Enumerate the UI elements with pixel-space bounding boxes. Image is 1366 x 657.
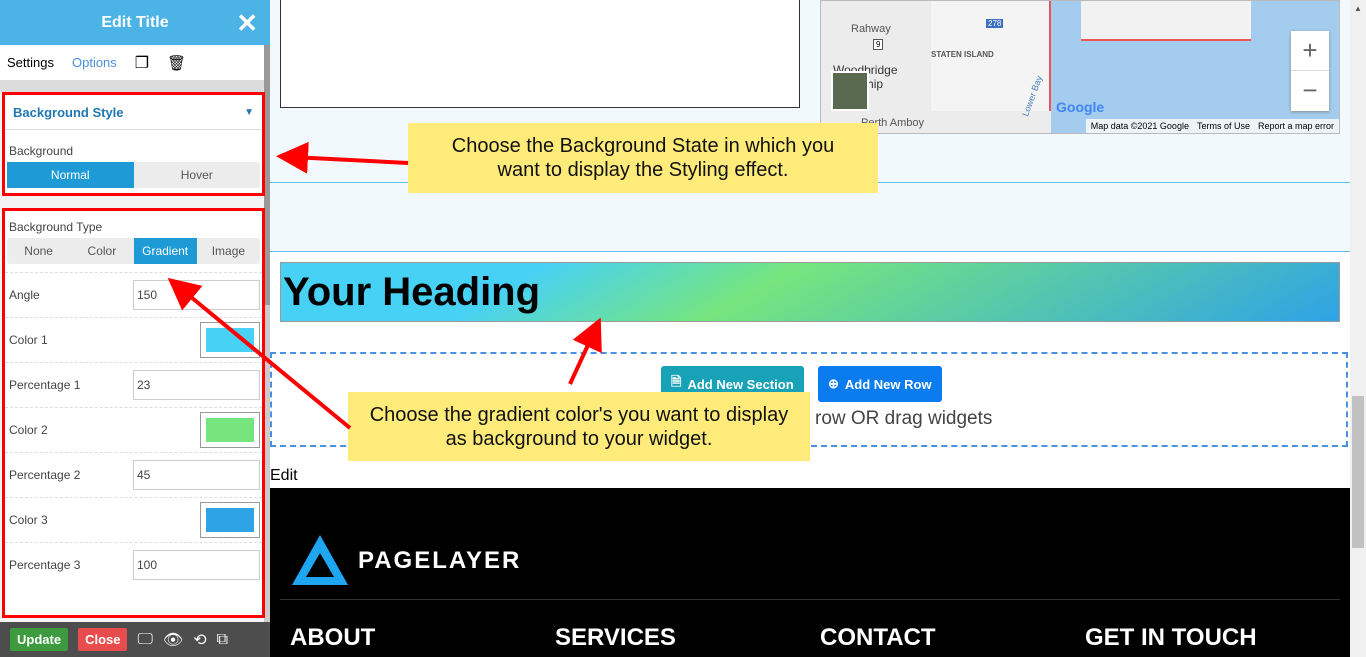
background-type-label: Background Type (9, 220, 103, 234)
type-image[interactable]: Image (197, 238, 260, 264)
percentage2-input[interactable] (133, 460, 260, 490)
percentage2-label: Percentage 2 (9, 468, 81, 482)
percentage1-input[interactable] (133, 370, 260, 400)
type-gradient[interactable]: Gradient (133, 238, 197, 264)
color1-swatch[interactable] (200, 322, 260, 358)
google-logo: Google (1056, 99, 1105, 115)
percentage3-input[interactable] (133, 550, 260, 580)
report-error-link[interactable]: Report a map error (1258, 121, 1334, 131)
route-shield: 278 (986, 19, 1004, 28)
plus-circle-icon: ⊕ (828, 376, 839, 391)
panel-footer: Update Close 🖵 👁 ⟲ ⧉ (0, 622, 270, 657)
color2-swatch[interactable] (200, 412, 260, 448)
footer-heading: CONTACT (820, 624, 936, 651)
map-label: STATEN ISLAND (931, 50, 994, 59)
tab-options[interactable]: Options (72, 55, 117, 70)
footer-heading: ABOUT (290, 624, 376, 651)
sitemap-icon[interactable]: ⧉ (217, 631, 228, 649)
pagelayer-logo: PAGELAYER (290, 533, 521, 589)
panel-title: Edit Title (101, 13, 169, 31)
google-map[interactable]: Rahway Woodbridge Township STATEN ISLAND… (820, 0, 1340, 134)
color3-label: Color 3 (9, 513, 48, 527)
angle-input[interactable] (133, 280, 260, 310)
edit-link[interactable]: Edit (270, 467, 298, 485)
section-title: Background Style (13, 104, 124, 120)
copy-icon[interactable]: ❐ (135, 53, 149, 73)
tab-settings[interactable]: Settings (7, 55, 54, 70)
caret-down-icon: ▼ (244, 106, 254, 118)
color1-label: Color 1 (9, 333, 48, 347)
state-normal[interactable]: Normal (7, 162, 134, 188)
state-hover[interactable]: Hover (134, 162, 261, 188)
history-icon[interactable]: ⟲ (193, 630, 206, 650)
footer-heading: GET IN TOUCH (1085, 624, 1257, 651)
percentage1-label: Percentage 1 (9, 378, 81, 392)
color3-swatch[interactable] (200, 502, 260, 538)
button-label: Add New Row (844, 376, 932, 392)
footer-heading: SERVICES (555, 624, 676, 651)
callout-background-state: Choose the Background State in which you… (408, 123, 878, 193)
background-label: Background (9, 144, 74, 158)
panel-header: Edit Title ✕ (0, 0, 270, 45)
color2-label: Color 2 (9, 423, 48, 437)
callout-gradient-colors: Choose the gradient color's you want to … (348, 392, 810, 461)
button-label: Add New Section (687, 376, 794, 392)
terms-link[interactable]: Terms of Use (1197, 121, 1250, 131)
site-footer: PAGELAYER ABOUT SERVICES CONTACT GET IN … (270, 488, 1350, 657)
angle-label: Angle (9, 288, 40, 302)
background-style-toggle[interactable]: Background Style ▼ (5, 95, 262, 130)
route-shield: 9 (873, 39, 884, 50)
eye-icon[interactable]: 👁 (163, 630, 183, 650)
close-icon[interactable]: ✕ (236, 8, 258, 39)
map-label: Rahway (851, 23, 891, 35)
hint-text: row OR drag widgets (815, 408, 993, 429)
zoom-out-button[interactable]: − (1291, 71, 1329, 109)
type-none[interactable]: None (7, 238, 70, 264)
edit-panel: Edit Title ✕ Settings Options ❐ 🗑 Background… (0, 0, 270, 657)
background-style-section: Background Style ▼ Background Normal Hover (2, 92, 265, 196)
zoom-in-button[interactable]: + (1291, 31, 1329, 71)
page-canvas: Rahway Woodbridge Township STATEN ISLAND… (270, 0, 1350, 657)
brand-text: PAGELAYER (358, 547, 522, 574)
trash-icon[interactable]: 🗑 (167, 54, 186, 72)
type-color[interactable]: Color (70, 238, 133, 264)
map-attribution: Map data ©2021 Google (1090, 121, 1189, 131)
satellite-toggle[interactable] (831, 71, 869, 111)
add-row-button[interactable]: ⊕ Add New Row (818, 366, 942, 402)
logo-icon (292, 535, 348, 585)
update-button[interactable]: Update (10, 628, 69, 651)
close-button[interactable]: Close (78, 628, 128, 651)
percentage3-label: Percentage 3 (9, 558, 81, 572)
page-scrollbar[interactable]: ▲ (1350, 0, 1366, 657)
textarea[interactable] (280, 0, 800, 108)
heading-widget[interactable]: Your Heading (280, 262, 1340, 322)
desktop-icon[interactable]: 🖵 (137, 631, 152, 649)
background-type-section: Background Type None Color Gradient Image A… (2, 208, 265, 618)
